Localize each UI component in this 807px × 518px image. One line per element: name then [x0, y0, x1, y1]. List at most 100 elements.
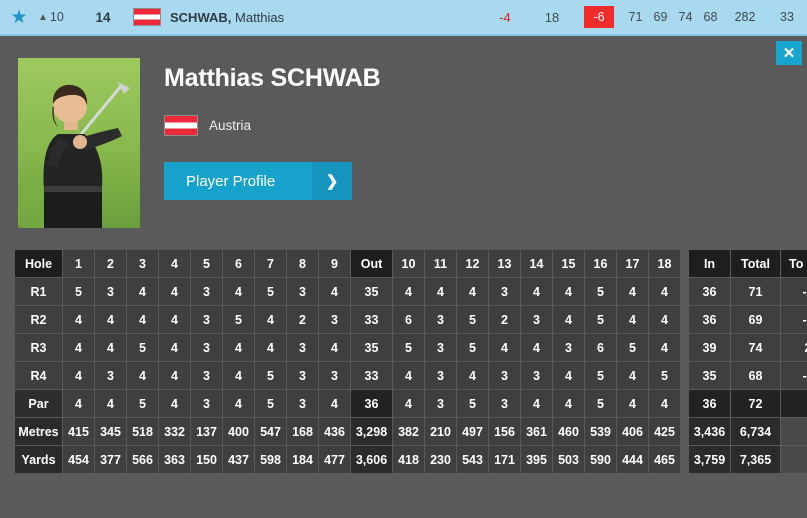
player-first-name: Matthias — [235, 9, 285, 25]
score-cell: 4 — [63, 306, 94, 333]
score-cell: 4 — [159, 334, 190, 361]
par-cell: 4 — [553, 390, 584, 417]
scorecard-header-row: Hole 1 2 3 4 5 6 7 8 9 Out 10 11 12 13 14 15 16 17 18 In Tota… — [15, 250, 807, 277]
score-cell: 5 — [585, 362, 616, 389]
scorecard-separator — [681, 278, 688, 305]
score-cell: 4 — [319, 278, 350, 305]
header-hole-7: 7 — [255, 250, 286, 277]
distance-cell: 477 — [319, 446, 350, 473]
country-row: Austria — [164, 115, 380, 136]
leaderboard-to-par: -4 — [499, 9, 511, 25]
distance-in: 3,436 — [689, 418, 730, 445]
row-label-par: Par — [15, 390, 62, 417]
score-cell: 5 — [649, 362, 680, 389]
distance-cell: 210 — [425, 418, 456, 445]
distance-out: 3,606 — [351, 446, 392, 473]
row-label-distance: Yards — [15, 446, 62, 473]
leaderboard-row[interactable]: ★ ▲ 10 14 SCHWAB, Matthias -4 18 -6 71 6… — [0, 0, 807, 36]
leaderboard-round-1: 71 — [628, 10, 643, 24]
score-cell: 4 — [255, 306, 286, 333]
score-cell: 4 — [649, 306, 680, 333]
header-hole-16: 16 — [585, 250, 616, 277]
leaderboard-round-4: 68 — [703, 10, 718, 24]
player-profile-button[interactable]: Player Profile ❯ — [164, 162, 352, 200]
distance-cell: 184 — [287, 446, 318, 473]
header-hole-3: 3 — [127, 250, 158, 277]
score-cell: 4 — [617, 278, 648, 305]
row-to-par: -1 — [781, 278, 807, 305]
distance-cell: 590 — [585, 446, 616, 473]
row-out: 33 — [351, 306, 392, 333]
scorecard-round-row: R4434434533334343345453568-4 — [15, 362, 807, 389]
player-last-name: SCHWAB, — [170, 9, 232, 25]
row-total: 74 — [731, 334, 780, 361]
par-cell: 4 — [617, 390, 648, 417]
par-cell: 4 — [159, 390, 190, 417]
leaderboard-player-name[interactable]: SCHWAB, Matthias — [170, 10, 481, 25]
score-cell: 3 — [425, 306, 456, 333]
score-cell: 4 — [553, 362, 584, 389]
header-hole-8: 8 — [287, 250, 318, 277]
score-cell: 3 — [553, 334, 584, 361]
distance-cell: 503 — [553, 446, 584, 473]
score-cell: 3 — [489, 362, 520, 389]
score-cell: 4 — [649, 334, 680, 361]
chevron-right-icon: ❯ — [312, 162, 352, 200]
detail-panel: ✕ Matthias SCHWAB Austria Player Profile… — [0, 38, 807, 518]
score-cell: 3 — [95, 362, 126, 389]
score-cell: 3 — [287, 362, 318, 389]
leaderboard-round-2: 69 — [653, 10, 668, 24]
distance-cell: 345 — [95, 418, 126, 445]
distance-cell: 406 — [617, 418, 648, 445]
distance-out: 3,298 — [351, 418, 392, 445]
score-cell: 4 — [127, 306, 158, 333]
distance-blank — [781, 446, 807, 473]
distance-cell: 566 — [127, 446, 158, 473]
distance-cell: 460 — [553, 418, 584, 445]
row-label-distance: Metres — [15, 418, 62, 445]
scorecard-table: Hole 1 2 3 4 5 6 7 8 9 Out 10 11 12 13 14 15 16 17 18 In Tota… — [14, 249, 807, 474]
row-label-R2: R2 — [15, 306, 62, 333]
score-cell: 5 — [585, 306, 616, 333]
score-cell: 4 — [63, 362, 94, 389]
flag-austria-icon — [124, 8, 170, 26]
distance-cell: 444 — [617, 446, 648, 473]
score-cell: 3 — [191, 334, 222, 361]
distance-cell: 437 — [223, 446, 254, 473]
row-to-par: -3 — [781, 306, 807, 333]
score-cell: 6 — [585, 334, 616, 361]
star-icon[interactable]: ★ — [0, 8, 38, 27]
score-cell: 4 — [649, 278, 680, 305]
score-cell: 4 — [617, 306, 648, 333]
header-total: Total — [731, 250, 780, 277]
scorecard-separator — [681, 390, 688, 417]
score-cell: 5 — [255, 278, 286, 305]
score-cell: 4 — [553, 306, 584, 333]
distance-cell: 168 — [287, 418, 318, 445]
score-cell: 4 — [255, 334, 286, 361]
distance-blank — [781, 418, 807, 445]
row-total: 71 — [731, 278, 780, 305]
par-cell: 3 — [425, 390, 456, 417]
score-cell: 4 — [617, 362, 648, 389]
scorecard-separator — [681, 306, 688, 333]
score-cell: 4 — [393, 278, 424, 305]
score-cell: 3 — [95, 278, 126, 305]
score-cell: 4 — [127, 362, 158, 389]
score-cell: 3 — [191, 306, 222, 333]
scorecard: Hole 1 2 3 4 5 6 7 8 9 Out 10 11 12 13 14 15 16 17 18 In Tota… — [14, 249, 807, 474]
par-to-par — [781, 390, 807, 417]
distance-cell: 454 — [63, 446, 94, 473]
row-out: 33 — [351, 362, 392, 389]
par-cell: 4 — [393, 390, 424, 417]
scorecard-distance-row: Metres 415 345 518 332 137 400 547 168 436 3,298 38… — [15, 418, 807, 445]
distance-cell: 418 — [393, 446, 424, 473]
row-out: 35 — [351, 278, 392, 305]
header-to-par: To Par — [781, 250, 807, 277]
distance-cell: 230 — [425, 446, 456, 473]
score-cell: 4 — [425, 278, 456, 305]
close-icon[interactable]: ✕ — [776, 41, 802, 65]
header-out: Out — [351, 250, 392, 277]
score-cell: 4 — [521, 334, 552, 361]
row-total: 68 — [731, 362, 780, 389]
